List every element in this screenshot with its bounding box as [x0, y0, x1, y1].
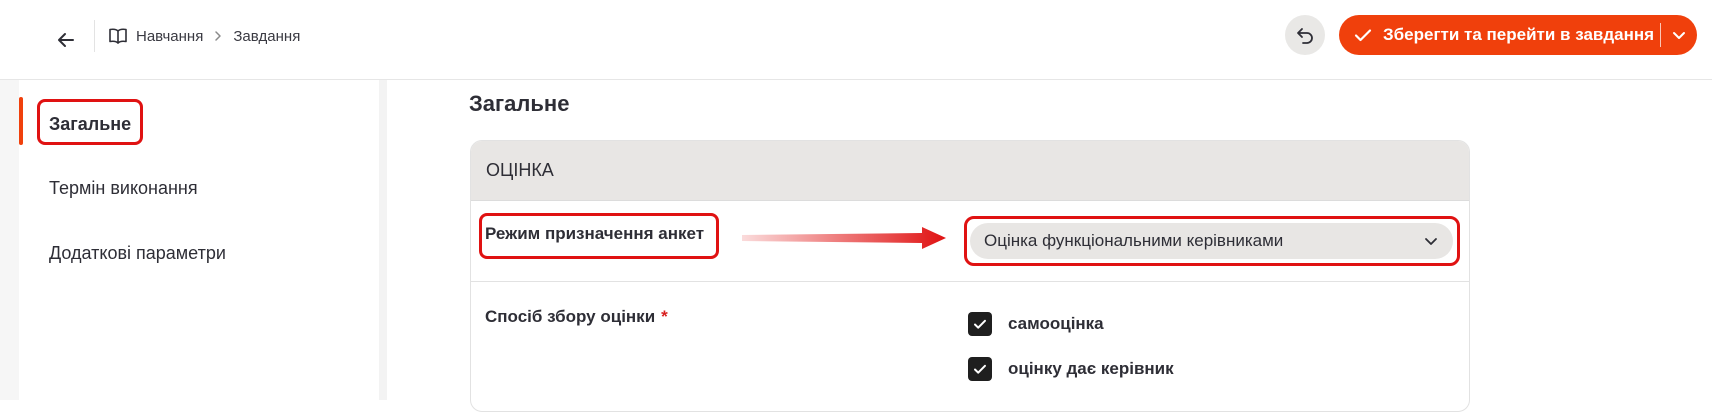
left-gutter — [0, 80, 19, 400]
sidebar-divider — [379, 80, 387, 400]
checkbox-label: самооцінка — [1008, 314, 1104, 333]
required-mark: * — [661, 307, 668, 326]
top-bar: Навчання Завдання Зберегти та перейти в … — [0, 0, 1712, 80]
sidebar-item-additional-params[interactable]: Додаткові параметри — [49, 243, 226, 264]
chevron-right-icon — [213, 30, 223, 42]
chevron-down-icon — [1673, 32, 1685, 39]
collection-method-label: Спосіб збору оцінки * — [485, 307, 668, 327]
checkbox-checked-icon[interactable] — [968, 357, 992, 381]
active-indicator — [19, 97, 23, 145]
sidebar-item-deadline[interactable]: Термін виконання — [49, 178, 198, 199]
checkbox-self-assessment[interactable]: самооцінка — [968, 312, 1104, 336]
checkbox-checked-icon[interactable] — [968, 312, 992, 336]
undo-button[interactable] — [1285, 15, 1325, 55]
checkbox-label: оцінку дає керівник — [1008, 359, 1174, 378]
annotation-arrow-icon — [742, 227, 946, 249]
breadcrumb-item-tasks[interactable]: Завдання — [233, 28, 300, 45]
save-button-label: Зберегти та перейти в завдання — [1383, 25, 1655, 44]
back-button[interactable] — [46, 20, 86, 60]
collection-method-label-text: Спосіб збору оцінки — [485, 307, 656, 326]
page-title: Загальне — [469, 91, 570, 116]
checkbox-manager-assessment[interactable]: оцінку дає керівник — [968, 357, 1174, 381]
section-title: ОЦІНКА — [486, 160, 554, 180]
arrow-left-icon — [58, 33, 74, 47]
section-header: ОЦІНКА — [471, 141, 1469, 201]
annotation-highlight-select — [964, 216, 1460, 266]
check-icon — [1354, 29, 1372, 42]
breadcrumb: Навчання Завдання — [108, 24, 300, 48]
book-icon — [109, 28, 127, 44]
annotation-highlight-general — [37, 99, 143, 145]
row-divider — [471, 281, 1469, 282]
undo-icon — [1297, 28, 1313, 44]
save-options-dropdown[interactable] — [1661, 15, 1697, 55]
header-divider — [94, 20, 95, 52]
breadcrumb-item-learning[interactable]: Навчання — [136, 28, 203, 45]
annotation-highlight-mode-label — [479, 213, 719, 259]
save-and-go-button[interactable]: Зберегти та перейти в завдання — [1339, 15, 1697, 55]
